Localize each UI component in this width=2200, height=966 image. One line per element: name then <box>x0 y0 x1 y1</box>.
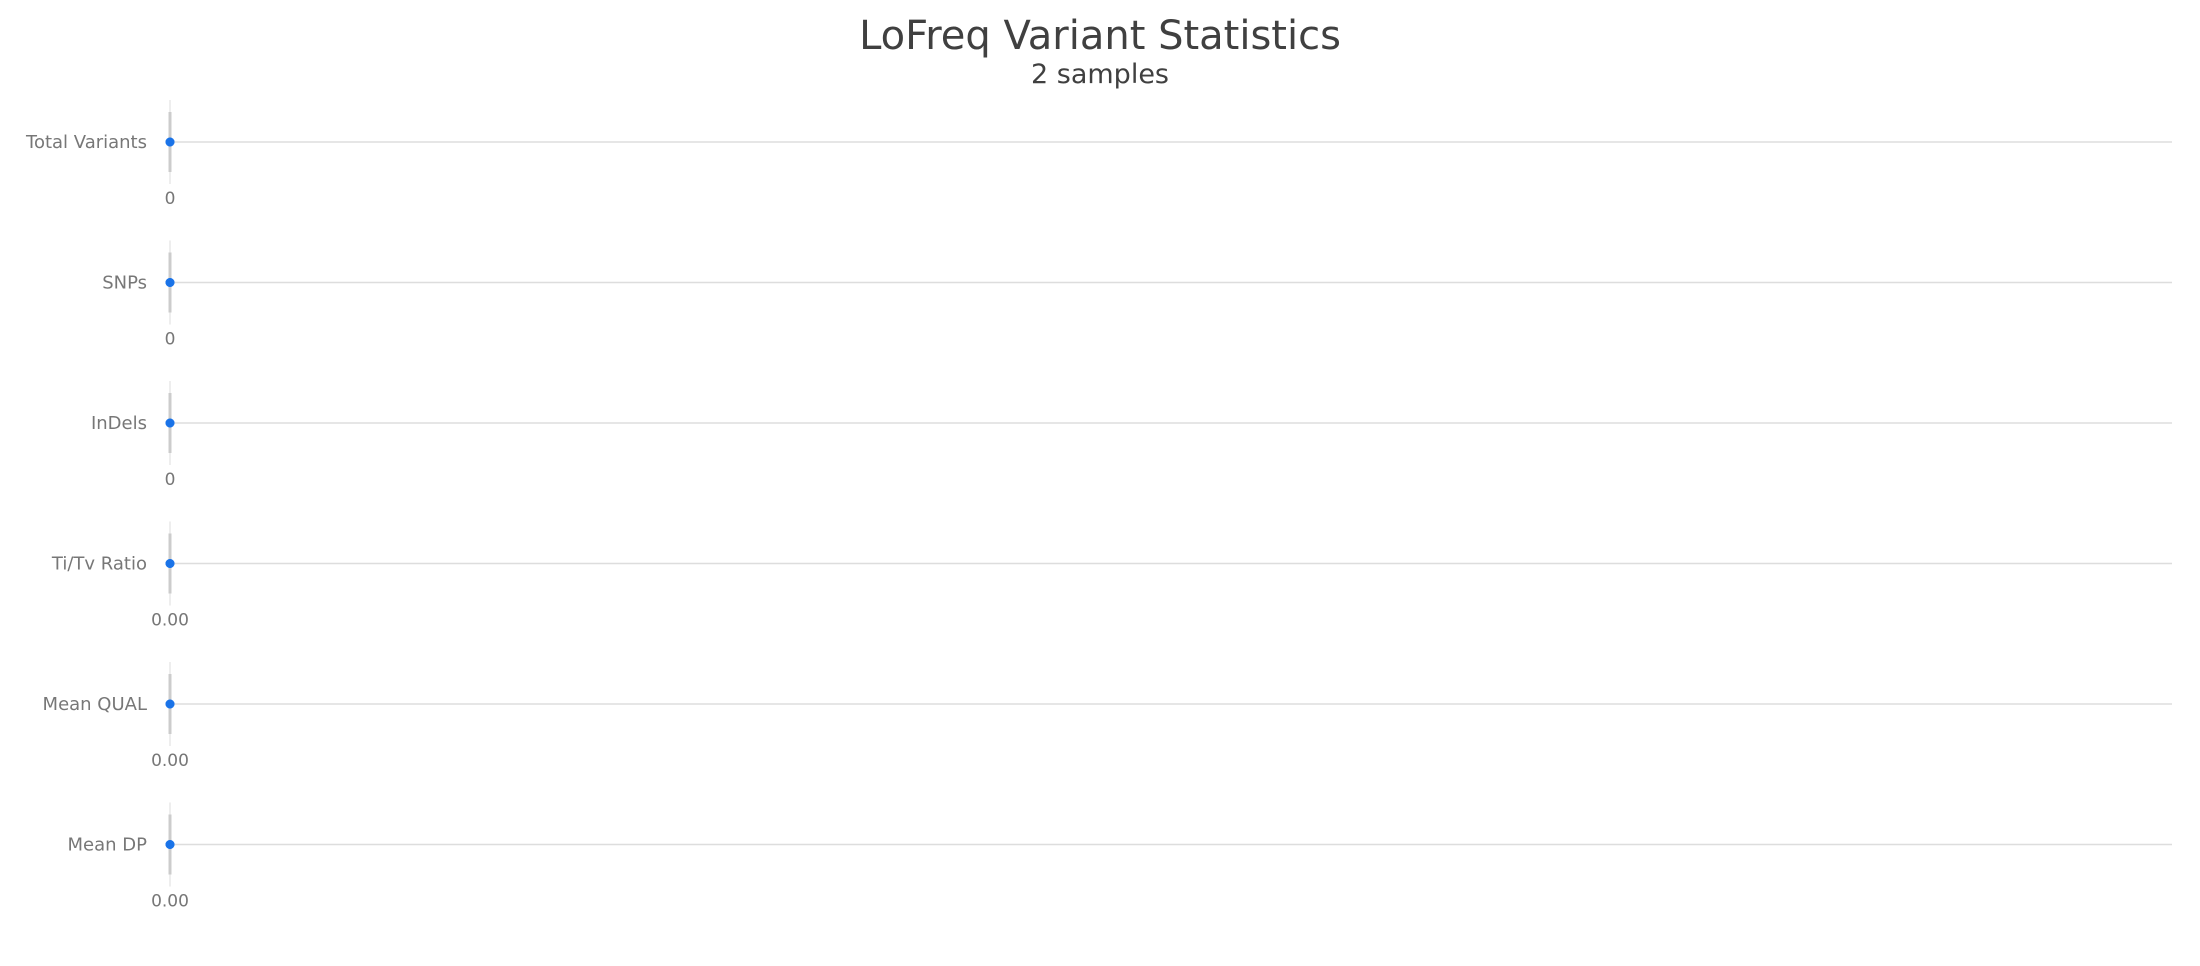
row-label: Mean QUAL <box>43 694 147 715</box>
row-label: Mean DP <box>68 835 148 856</box>
data-point <box>165 278 175 287</box>
data-point <box>165 840 175 849</box>
beeswarm-plot: Total Variants 0 SNPs 0 InDels 0 Ti/Tv Ratio 0.… <box>25 100 2172 912</box>
tick-label: 0.00 <box>151 611 189 631</box>
row-label: InDels <box>91 413 147 434</box>
row-label: Total Variants <box>25 132 147 153</box>
tick-label: 0.00 <box>151 751 189 771</box>
row-label: Ti/Tv Ratio <box>51 554 147 575</box>
data-point <box>165 418 175 428</box>
data-point <box>165 699 175 709</box>
row-label: SNPs <box>102 273 147 294</box>
tick-label: 0.00 <box>151 892 189 912</box>
data-point <box>165 137 175 147</box>
data-point <box>165 559 175 568</box>
tick-label: 0 <box>165 330 176 350</box>
tick-label: 0 <box>165 470 176 490</box>
tick-label: 0 <box>165 189 176 209</box>
